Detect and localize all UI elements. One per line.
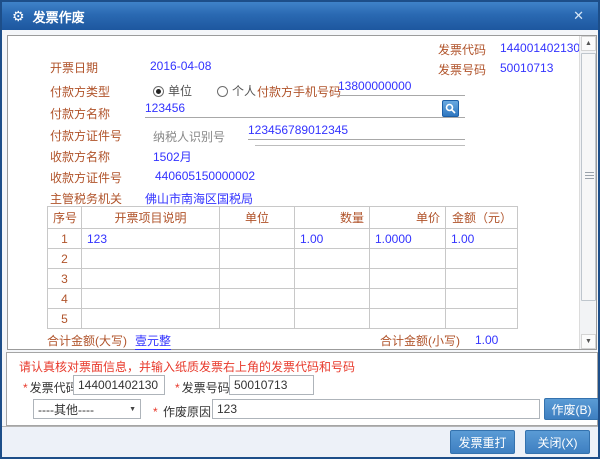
table-row[interactable]: 2 — [48, 249, 518, 269]
payer-type-unit-radio[interactable]: 单位 — [153, 82, 192, 99]
payer-id-type: 纳税人识别号 — [153, 128, 225, 145]
table-row[interactable]: 4 — [48, 289, 518, 309]
total-uppercase-value: 壹元整 — [135, 332, 171, 350]
field-underline — [255, 145, 465, 146]
payer-name-input[interactable]: 123456 — [145, 101, 465, 118]
gear-icon: ⚙ — [12, 9, 25, 23]
invoice-code-value: 144001402130 — [500, 41, 580, 55]
table-row[interactable]: 3 — [48, 269, 518, 289]
tax-authority-label: 主管税务机关 — [50, 190, 122, 207]
invoice-code-label: 发票代码 — [438, 41, 486, 58]
footer: 发票重打 关闭(X) — [2, 426, 598, 457]
reason-type-select[interactable]: ----其他---- ▼ — [33, 399, 141, 419]
reprint-invoice-button[interactable]: 发票重打 — [450, 430, 515, 454]
radio-selected-icon[interactable] — [153, 86, 164, 97]
search-icon — [445, 103, 456, 114]
invoice-number-value: 50010713 — [500, 61, 553, 75]
void-number-label: 发票号码: — [182, 381, 233, 395]
payee-name-value: 1502月 — [153, 148, 192, 165]
payer-mobile-label: 付款方手机号码 — [257, 83, 341, 100]
col-qty: 数量 — [295, 207, 370, 229]
void-section: 请认真核对票面信息，并输入纸质发票右上角的发票代码和号码 *发票代码: *发票号… — [6, 352, 598, 426]
payer-name-label: 付款方名称 — [50, 105, 110, 122]
scrollbar-grip — [585, 172, 594, 179]
payee-id-label: 收款方证件号 — [50, 169, 122, 186]
col-desc: 开票项目说明 — [82, 207, 220, 229]
invoice-items-table: 序号 开票项目说明 单位 数量 单价 金额（元） 1 123 1.00 1.00… — [47, 206, 518, 329]
dialog-title: 发票作废 — [33, 7, 85, 26]
scroll-up-icon[interactable]: ▲ — [581, 36, 596, 51]
col-amount: 金额（元） — [446, 207, 518, 229]
vertical-scrollbar[interactable]: ▲ ▼ — [579, 36, 596, 349]
payee-id-value: 440605150000002 — [155, 169, 255, 183]
required-mark: * — [23, 381, 28, 395]
radio-unselected-icon[interactable] — [217, 86, 228, 97]
titlebar: ⚙ 发票作废 ✕ — [2, 2, 598, 30]
payer-id-input[interactable]: 123456789012345 — [248, 123, 465, 140]
void-warning-text: 请认真核对票面信息，并输入纸质发票右上角的发票代码和号码 — [19, 358, 355, 375]
invoice-panel: 发票代码 144001402130 发票号码 50010713 开票日期 201… — [7, 35, 597, 350]
close-icon[interactable]: ✕ — [569, 8, 588, 24]
required-mark: * — [153, 405, 158, 419]
scroll-down-icon[interactable]: ▼ — [581, 334, 596, 349]
issue-date-label: 开票日期 — [50, 59, 98, 76]
void-button[interactable]: 作废(B) — [544, 398, 599, 420]
void-reason-input[interactable] — [212, 399, 540, 419]
void-number-input[interactable] — [229, 375, 314, 395]
table-row[interactable]: 1 123 1.00 1.0000 1.00 — [48, 229, 518, 249]
payer-id-label: 付款方证件号 — [50, 127, 122, 144]
table-row[interactable]: 5 — [48, 309, 518, 329]
col-no: 序号 — [48, 207, 82, 229]
invoice-void-dialog: ⚙ 发票作废 ✕ 发票代码 144001402130 发票号码 50010713… — [0, 0, 600, 459]
invoice-number-label: 发票号码 — [438, 61, 486, 78]
col-price: 单价 — [370, 207, 446, 229]
total-uppercase-label: 合计金额(大写) — [47, 332, 127, 349]
void-reason-label: 作废原因 — [163, 405, 211, 419]
search-button[interactable] — [442, 100, 459, 117]
payer-type-label: 付款方类型 — [50, 83, 110, 100]
table-header-row: 序号 开票项目说明 单位 数量 单价 金额（元） — [48, 207, 518, 229]
required-mark: * — [175, 381, 180, 395]
payer-type-person-label: 个人 — [232, 84, 256, 98]
reason-type-value: ----其他---- — [38, 401, 94, 418]
payee-name-label: 收款方名称 — [50, 148, 110, 165]
tax-authority-value: 佛山市南海区国税局 — [145, 190, 253, 207]
total-lowercase-value: 1.00 — [475, 333, 498, 347]
payer-mobile-input[interactable]: 13800000000 — [338, 79, 465, 96]
chevron-down-icon: ▼ — [129, 406, 136, 413]
void-code-input[interactable] — [73, 375, 165, 395]
payer-type-person-radio[interactable]: 个人 — [217, 82, 256, 99]
scrollbar-thumb[interactable] — [581, 53, 596, 301]
close-button[interactable]: 关闭(X) — [525, 430, 590, 454]
issue-date-value: 2016-04-08 — [150, 59, 211, 73]
payer-type-unit-label: 单位 — [168, 84, 192, 98]
col-unit: 单位 — [220, 207, 295, 229]
total-lowercase-label: 合计金额(小写) — [380, 332, 460, 349]
